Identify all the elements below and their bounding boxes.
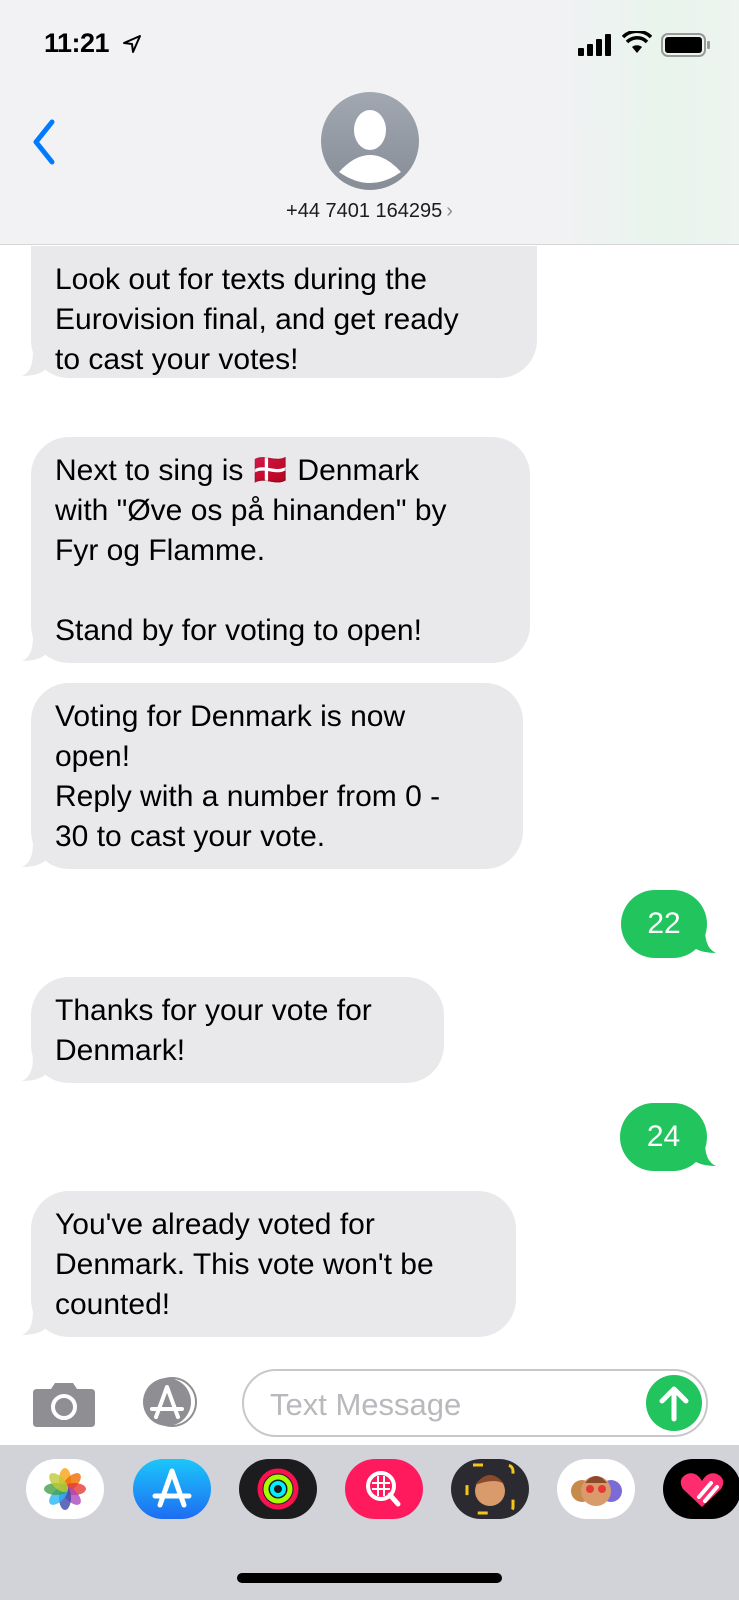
message-text: Voting for Denmark is now open! Reply wi… bbox=[55, 700, 441, 853]
conversation-header: 11:21 +44 7401 164295 › bbox=[0, 0, 739, 245]
cellular-signal-icon bbox=[578, 34, 611, 56]
message-text: 22 bbox=[647, 907, 681, 940]
send-button[interactable] bbox=[646, 1375, 702, 1431]
message-text: You've already voted for Denmark. This v… bbox=[55, 1208, 434, 1321]
memoji-app-icon[interactable] bbox=[451, 1459, 529, 1519]
bubble-tail bbox=[22, 1047, 50, 1081]
status-time: 11:21 bbox=[44, 28, 110, 58]
digital-touch-app-icon[interactable] bbox=[663, 1459, 739, 1519]
bubble-tail bbox=[688, 1132, 716, 1166]
message-thread[interactable]: Look out for texts during the Eurovision… bbox=[0, 246, 739, 1346]
message-text: Thanks for your vote for Denmark! bbox=[55, 994, 372, 1067]
bubble-tail bbox=[688, 919, 716, 953]
incoming-message[interactable]: Thanks for your vote for Denmark! bbox=[31, 977, 444, 1083]
app-store-icon[interactable] bbox=[136, 1377, 208, 1427]
back-button[interactable] bbox=[28, 116, 64, 168]
bubble-tail bbox=[22, 342, 50, 376]
bubble-tail bbox=[22, 1301, 50, 1335]
message-input[interactable]: Text Message bbox=[242, 1369, 708, 1437]
incoming-message[interactable]: You've already voted for Denmark. This v… bbox=[31, 1191, 516, 1337]
contact-avatar[interactable] bbox=[321, 92, 419, 190]
app-store-app-icon[interactable] bbox=[133, 1459, 211, 1519]
search-images-app-icon[interactable] bbox=[345, 1459, 423, 1519]
chevron-right-icon: › bbox=[446, 200, 453, 222]
incoming-message[interactable]: Look out for texts during the Eurovision… bbox=[31, 246, 537, 378]
battery-icon bbox=[661, 33, 710, 57]
contact-name[interactable]: +44 7401 164295 › bbox=[0, 200, 739, 223]
contact-number[interactable]: +44 7401 164295 bbox=[286, 200, 442, 222]
message-input-placeholder: Text Message bbox=[270, 1387, 462, 1422]
animoji-stickers-app-icon[interactable] bbox=[557, 1459, 635, 1519]
home-indicator[interactable] bbox=[237, 1573, 502, 1583]
incoming-message[interactable]: Voting for Denmark is now open! Reply wi… bbox=[31, 683, 523, 869]
location-arrow-icon bbox=[123, 35, 141, 53]
photos-app-icon[interactable] bbox=[26, 1459, 104, 1519]
activity-app-icon[interactable] bbox=[239, 1459, 317, 1519]
bubble-tail bbox=[22, 627, 50, 661]
incoming-message[interactable]: Next to sing is 🇩🇰 Denmark with "Øve os … bbox=[31, 437, 530, 663]
bubble-tail bbox=[22, 833, 50, 867]
message-text: Next to sing is 🇩🇰 Denmark with "Øve os … bbox=[55, 454, 447, 647]
camera-icon[interactable] bbox=[33, 1379, 95, 1427]
wifi-icon bbox=[622, 31, 652, 53]
message-text: Look out for texts during the Eurovision… bbox=[55, 263, 459, 376]
message-text: 24 bbox=[646, 1120, 681, 1153]
send-arrow-up-icon bbox=[659, 1386, 689, 1422]
person-silhouette-icon bbox=[339, 110, 401, 183]
